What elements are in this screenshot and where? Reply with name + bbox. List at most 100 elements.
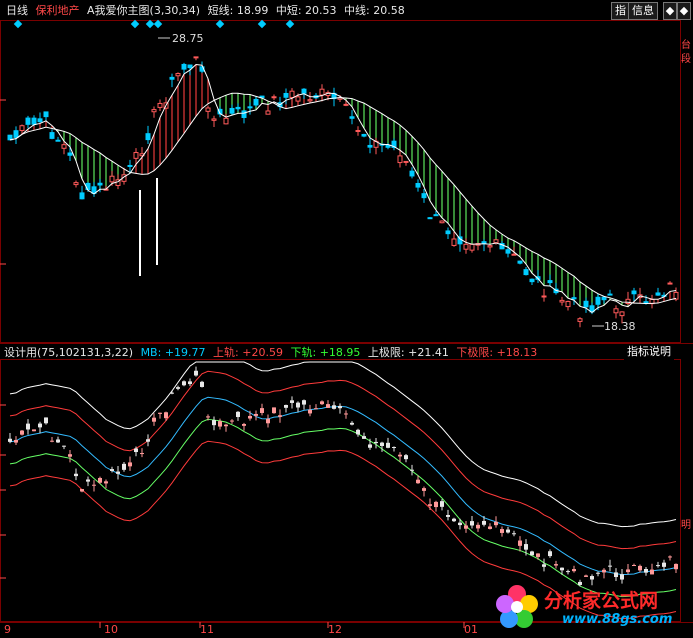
candle-body	[547, 280, 553, 284]
candle-body	[301, 88, 307, 94]
sub-chart-header: 设计用(75,102131,3,22) MB: +19.77 上轨: +20.5…	[4, 344, 541, 362]
sub-candle-body	[434, 501, 438, 508]
candle-body	[31, 117, 37, 125]
sub-candle-body	[302, 400, 306, 405]
x-axis-label-oct: 10	[104, 623, 118, 636]
info-button[interactable]: 信息	[628, 2, 658, 20]
sub-candle-body	[80, 489, 84, 492]
sub-candle-body	[278, 415, 282, 417]
candle-body	[367, 144, 373, 148]
sub-candle-body	[650, 569, 654, 575]
sub-candle-body	[644, 569, 648, 573]
candle-body	[421, 193, 427, 199]
candle-body	[517, 260, 523, 264]
candle-body	[151, 109, 157, 113]
sub-candle-body	[248, 415, 252, 419]
period-label[interactable]: 日线	[6, 4, 28, 17]
sub-candle-body	[398, 454, 402, 457]
candle-body	[247, 106, 253, 109]
lower-band-line	[9, 418, 677, 598]
candle-body	[145, 133, 151, 141]
candle-body	[361, 133, 367, 137]
sub-candle-body	[452, 518, 456, 522]
sub-candle-body	[662, 562, 666, 567]
candle-body	[433, 214, 439, 217]
sub-candle-body	[572, 569, 576, 572]
scroll-right-icon[interactable]: ◆	[677, 2, 691, 20]
candle-body	[283, 92, 289, 98]
sub-candle-body	[218, 421, 222, 427]
sub-candle-body	[236, 411, 240, 418]
candle-body	[397, 155, 403, 164]
sub-candle-body	[188, 381, 192, 385]
x-axis-label-sep: 9	[4, 623, 11, 636]
mb-line	[9, 396, 677, 576]
sub-candle-body	[656, 565, 660, 567]
candle-body	[457, 236, 463, 245]
sub-candle-body	[86, 479, 90, 482]
sub-candle-body	[314, 408, 318, 410]
sub-candle-body	[320, 401, 324, 405]
sub-candle-body	[176, 387, 180, 389]
sub-candle-body	[512, 533, 516, 535]
sub-candle-body	[374, 441, 378, 444]
candle-body	[355, 129, 361, 132]
candle-body	[631, 290, 637, 295]
sub-candle-body	[122, 463, 126, 470]
sub-candle-body	[380, 442, 384, 447]
short-line	[9, 64, 677, 314]
sub-candle-body	[128, 462, 132, 467]
scroll-left-icon[interactable]: ◆	[663, 2, 677, 20]
candle-body	[493, 239, 499, 244]
candle-body	[13, 130, 19, 138]
midshort-line-readout: 中短: 20.53	[275, 4, 337, 17]
signal-diamond	[257, 19, 267, 29]
sub-candle-body	[566, 571, 570, 573]
candle-body	[169, 76, 175, 80]
sub-candle-body	[332, 405, 336, 409]
upper-limit-line	[9, 361, 677, 528]
indicator-help-button[interactable]: 指标说明	[624, 344, 674, 360]
chart-canvas[interactable]: 28.75 18.38	[0, 0, 693, 638]
sub-candle-body	[224, 424, 228, 427]
sub-candle-body	[260, 408, 264, 413]
sub-candle-body	[428, 504, 432, 506]
candle-body	[307, 99, 313, 102]
candle-body	[571, 297, 577, 300]
candle-body	[19, 125, 25, 132]
sub-candle-body	[116, 471, 120, 474]
candle-body	[211, 118, 217, 121]
candle-body	[97, 182, 103, 186]
candle-body	[37, 118, 43, 123]
sub-candle-body	[38, 423, 42, 428]
sub-candle-body	[356, 429, 360, 435]
candle-body	[205, 107, 211, 112]
candle-body	[541, 295, 547, 298]
sub-candle-body	[104, 481, 108, 484]
candle-body	[409, 170, 415, 177]
sub-candle-body	[194, 370, 198, 376]
candle-body	[343, 103, 349, 106]
sub-candle-body	[440, 501, 444, 507]
sub-candle-body	[554, 564, 558, 566]
sub-candle-body	[530, 551, 534, 556]
sub-candle-body	[20, 430, 24, 435]
low-price-label: 18.38	[604, 320, 636, 333]
watermark-name: 分析家公式网	[544, 590, 659, 612]
candle-body	[127, 164, 133, 167]
sub-candle-body	[362, 436, 366, 439]
candle-body	[241, 110, 247, 118]
candle-body	[529, 278, 535, 283]
sub-candle-body	[422, 488, 426, 491]
signal-diamond	[130, 19, 140, 29]
sub-candle-body	[392, 447, 396, 449]
main-chart-frame	[0, 20, 681, 343]
sub-candle-body	[146, 439, 150, 442]
candle-body	[109, 175, 115, 183]
sub-candle-body	[26, 423, 30, 430]
sub-candle-body	[518, 540, 522, 546]
candle-body	[133, 152, 139, 159]
sub-candle-body	[464, 525, 468, 529]
candle-body	[193, 56, 199, 59]
candle-body	[511, 253, 517, 256]
